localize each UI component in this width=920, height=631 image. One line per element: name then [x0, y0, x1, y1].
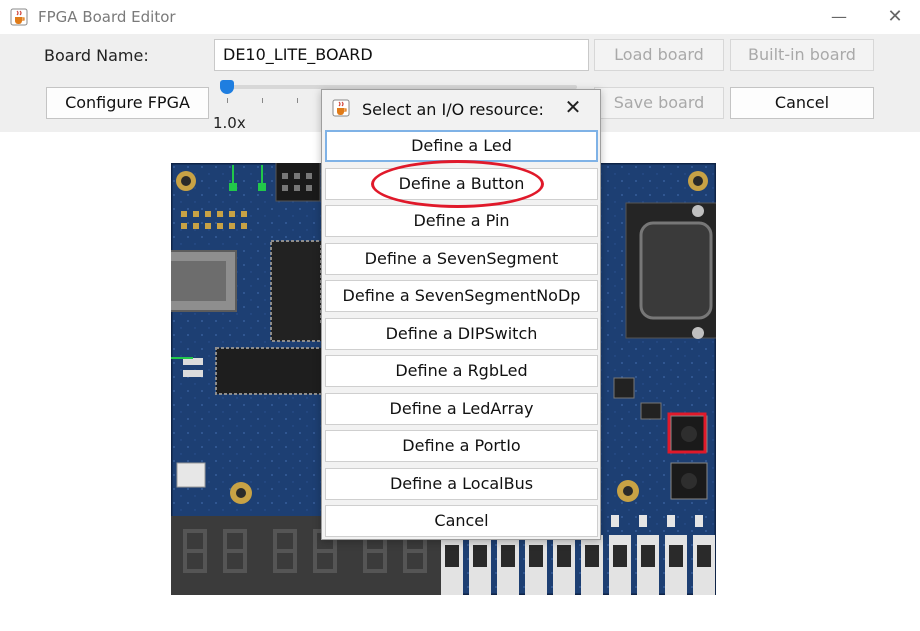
save-board-button[interactable]: Save board: [594, 87, 724, 119]
slider-tick: [227, 98, 228, 103]
zoom-slider-thumb[interactable]: [220, 80, 234, 94]
io-resource-dialog: Select an I/O resource: ✕ Define a Led D…: [321, 89, 601, 540]
slider-tick: [297, 98, 298, 103]
define-sevensegment-button[interactable]: Define a SevenSegment: [325, 243, 598, 275]
define-led-button[interactable]: Define a Led: [325, 130, 598, 162]
define-portio-button[interactable]: Define a PortIo: [325, 430, 598, 462]
define-ledarray-button[interactable]: Define a LedArray: [325, 393, 598, 425]
board-name-input[interactable]: DE10_LITE_BOARD: [214, 39, 589, 71]
dialog-cancel-button[interactable]: Cancel: [325, 505, 598, 537]
configure-fpga-button[interactable]: Configure FPGA: [46, 87, 209, 119]
define-localbus-button[interactable]: Define a LocalBus: [325, 468, 598, 500]
define-rgbled-button[interactable]: Define a RgbLed: [325, 355, 598, 387]
minimize-icon[interactable]: —: [828, 6, 850, 28]
slider-tick: [262, 98, 263, 103]
java-cup-icon: [10, 8, 28, 26]
java-cup-icon: [332, 99, 350, 117]
window-title: FPGA Board Editor: [38, 8, 176, 26]
define-sevensegmentnodp-button[interactable]: Define a SevenSegmentNoDp: [325, 280, 598, 312]
cancel-button[interactable]: Cancel: [730, 87, 874, 119]
define-pin-button[interactable]: Define a Pin: [325, 205, 598, 237]
dialog-title: Select an I/O resource:: [362, 100, 544, 119]
board-name-label: Board Name:: [44, 46, 149, 65]
builtin-board-button[interactable]: Built-in board: [730, 39, 874, 71]
define-dipswitch-button[interactable]: Define a DIPSwitch: [325, 318, 598, 350]
define-button-button[interactable]: Define a Button: [325, 168, 598, 200]
close-icon[interactable]: ✕: [562, 96, 584, 118]
zoom-label: 1.0x: [213, 114, 246, 132]
load-board-button[interactable]: Load board: [594, 39, 724, 71]
title-bar: FPGA Board Editor — ✕: [0, 0, 920, 34]
fpga-board-editor-window: FPGA Board Editor — ✕ Board Name: DE10_L…: [0, 0, 920, 631]
close-icon[interactable]: ✕: [884, 6, 906, 28]
